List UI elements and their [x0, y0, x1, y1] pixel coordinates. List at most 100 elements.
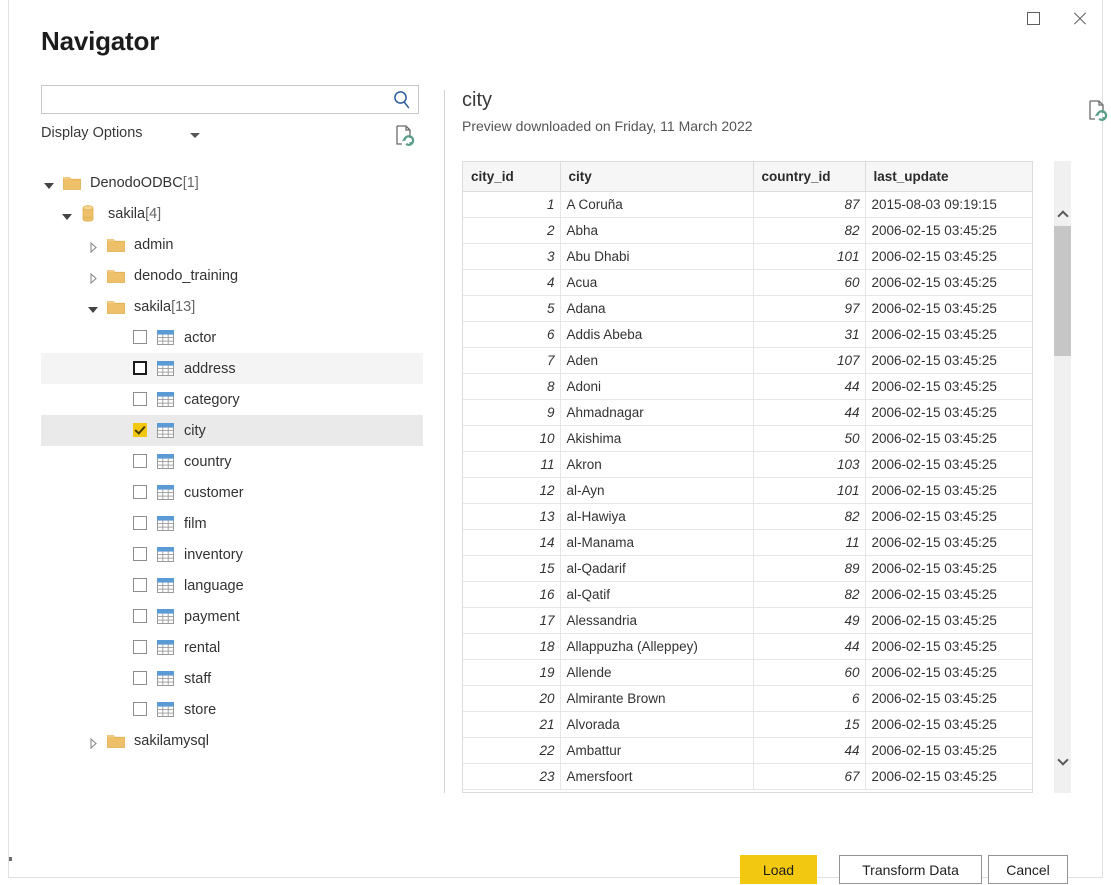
object-tree[interactable]: DenodoODBC [1]sakila [4]admindenodo_trai… [41, 167, 423, 756]
tree-collapse-toggle[interactable] [41, 167, 57, 198]
checkbox-country[interactable] [133, 454, 147, 468]
table-cell-last_update: 2006-02-15 03:45:25 [865, 555, 1033, 581]
table-row: 4Acua602006-02-15 03:45:25 [463, 269, 1033, 295]
triangle-down-icon [44, 183, 54, 189]
table-cell-country_id: 44 [753, 399, 865, 425]
maximize-icon [1027, 12, 1040, 25]
title-bar [9, 0, 1102, 40]
display-options-button[interactable]: Display Options [41, 125, 143, 141]
table-cell-last_update: 2006-02-15 03:45:25 [865, 503, 1033, 529]
tree-item-denodoodbc[interactable]: DenodoODBC [1] [41, 167, 423, 198]
tree-item-sakila[interactable]: sakila [13] [41, 291, 423, 322]
table-cell-last_update: 2006-02-15 03:45:25 [865, 425, 1033, 451]
table-cell-country_id: 82 [753, 581, 865, 607]
tree-item-inventory[interactable]: inventory [41, 539, 423, 570]
table-cell-city: Addis Abeba [560, 321, 753, 347]
scroll-up-button[interactable] [1054, 206, 1071, 223]
tree-item-admin[interactable]: admin [41, 229, 423, 260]
maximize-button[interactable] [1010, 0, 1056, 36]
preview-vertical-scrollbar[interactable] [1054, 161, 1071, 793]
chevron-down-icon [1057, 754, 1068, 765]
tree-item-label: admin [134, 229, 174, 260]
tree-expand-toggle[interactable] [85, 229, 101, 260]
close-button[interactable] [1056, 0, 1102, 36]
column-header-last_update[interactable]: last_update [865, 162, 1033, 191]
table-cell-country_id: 44 [753, 737, 865, 763]
table-row: 7Aden1072006-02-15 03:45:25 [463, 347, 1033, 373]
table-cell-country_id: 89 [753, 555, 865, 581]
load-button[interactable]: Load [740, 855, 817, 884]
tree-item-country[interactable]: country [41, 446, 423, 477]
checkbox-rental[interactable] [133, 640, 147, 654]
table-cell-city_id: 6 [463, 321, 560, 347]
table-cell-city: al-Qadarif [560, 555, 753, 581]
checkbox-payment[interactable] [133, 609, 147, 623]
table-cell-country_id: 49 [753, 607, 865, 633]
tree-item-city[interactable]: city [41, 415, 423, 446]
scrollbar-thumb[interactable] [1054, 226, 1071, 356]
tree-item-film[interactable]: film [41, 508, 423, 539]
search-icon[interactable] [391, 89, 413, 111]
search-input[interactable] [42, 86, 390, 113]
table-cell-country_id: 101 [753, 477, 865, 503]
tree-item-sakila[interactable]: sakila [4] [41, 198, 423, 229]
tree-item-label: staff [184, 663, 211, 694]
cancel-button[interactable]: Cancel [988, 855, 1068, 884]
checkbox-staff[interactable] [133, 671, 147, 685]
scroll-down-button[interactable] [1054, 753, 1071, 770]
table-cell-city_id: 11 [463, 451, 560, 477]
tree-item-address[interactable]: address [41, 353, 423, 384]
table-row: 20Almirante Brown62006-02-15 03:45:25 [463, 685, 1033, 711]
tree-item-sakilamysql[interactable]: sakilamysql [41, 725, 423, 756]
tree-item-label: rental [184, 632, 220, 663]
column-header-city_id[interactable]: city_id [463, 162, 560, 191]
table-cell-country_id: 103 [753, 451, 865, 477]
preview-subtitle: Preview downloaded on Friday, 11 March 2… [462, 118, 1082, 134]
table-cell-city_id: 19 [463, 659, 560, 685]
table-icon [157, 508, 174, 539]
chevron-down-icon[interactable] [190, 133, 200, 138]
folder-icon [107, 260, 125, 291]
table-icon [157, 570, 174, 601]
checkbox-store[interactable] [133, 702, 147, 716]
refresh-page-icon[interactable] [394, 124, 416, 153]
checkbox-address[interactable] [133, 361, 147, 375]
table-cell-country_id: 50 [753, 425, 865, 451]
tree-item-language[interactable]: language [41, 570, 423, 601]
checkbox-inventory[interactable] [133, 547, 147, 561]
table-row: 3Abu Dhabi1012006-02-15 03:45:25 [463, 243, 1033, 269]
column-header-city[interactable]: city [560, 162, 753, 191]
checkbox-customer[interactable] [133, 485, 147, 499]
checkbox-category[interactable] [133, 392, 147, 406]
table-cell-last_update: 2006-02-15 03:45:25 [865, 763, 1033, 789]
tree-item-category[interactable]: category [41, 384, 423, 415]
table-cell-country_id: 11 [753, 529, 865, 555]
tree-item-payment[interactable]: payment [41, 601, 423, 632]
column-header-country_id[interactable]: country_id [753, 162, 865, 191]
tree-item-label: language [184, 570, 244, 601]
tree-item-staff[interactable]: staff [41, 663, 423, 694]
tree-item-label: address [184, 353, 236, 384]
tree-item-customer[interactable]: customer [41, 477, 423, 508]
table-cell-last_update: 2006-02-15 03:45:25 [865, 295, 1033, 321]
tree-item-actor[interactable]: actor [41, 322, 423, 353]
search-box[interactable] [41, 85, 419, 114]
tree-item-rental[interactable]: rental [41, 632, 423, 663]
tree-collapse-toggle[interactable] [85, 291, 101, 322]
refresh-page-icon[interactable] [1087, 99, 1109, 128]
checkbox-city[interactable] [133, 423, 147, 437]
table-cell-city: Alvorada [560, 711, 753, 737]
transform-data-button[interactable]: Transform Data [839, 855, 982, 884]
table-row: 21Alvorada152006-02-15 03:45:25 [463, 711, 1033, 737]
tree-expand-toggle[interactable] [85, 260, 101, 291]
checkbox-actor[interactable] [133, 330, 147, 344]
tree-expand-toggle[interactable] [85, 725, 101, 756]
checkbox-language[interactable] [133, 578, 147, 592]
tree-collapse-toggle[interactable] [59, 198, 75, 229]
tree-item-denodo-training[interactable]: denodo_training [41, 260, 423, 291]
navigator-dialog: Navigator Display Options [8, 0, 1103, 878]
checkbox-film[interactable] [133, 516, 147, 530]
tree-item-store[interactable]: store [41, 694, 423, 725]
table-cell-city_id: 7 [463, 347, 560, 373]
tree-item-label: sakilamysql [134, 725, 209, 756]
